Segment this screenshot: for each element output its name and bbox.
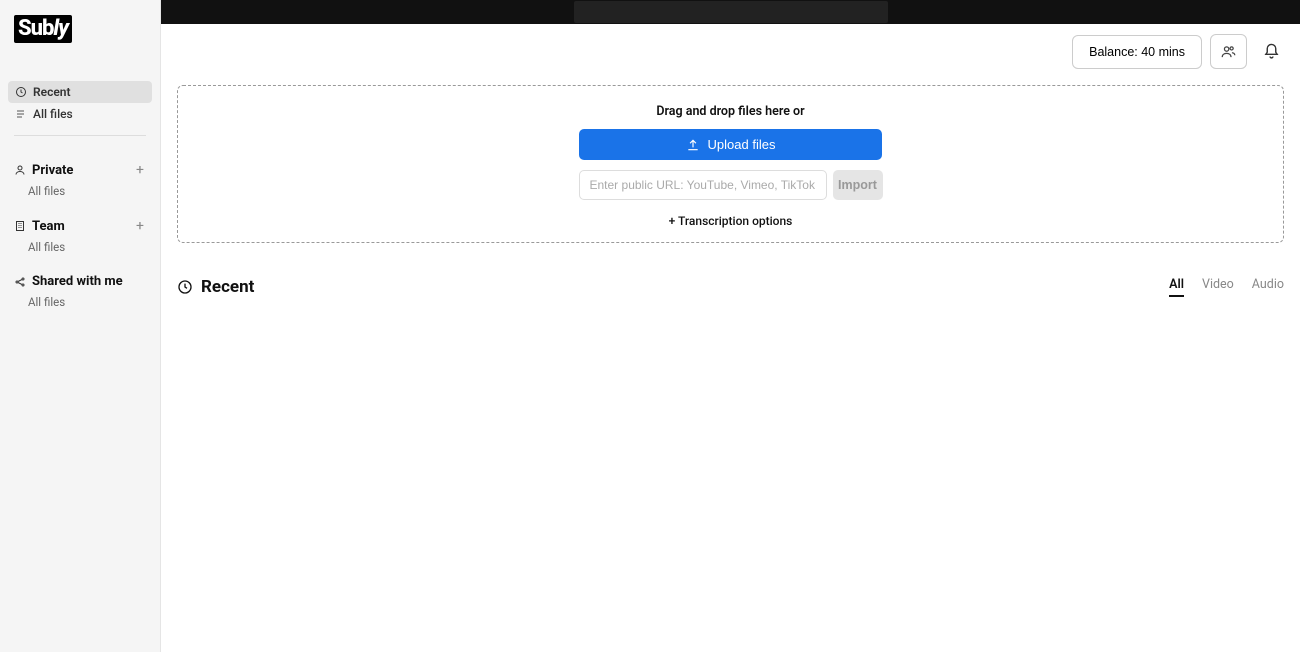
divider xyxy=(14,135,146,136)
tab-video[interactable]: Video xyxy=(1202,277,1234,297)
recent-heading: Recent xyxy=(177,277,254,297)
clock-icon xyxy=(177,279,193,295)
import-button[interactable]: Import xyxy=(833,170,883,200)
nav-recent-label: Recent xyxy=(33,85,71,99)
section-shared-title[interactable]: Shared with me xyxy=(32,274,123,289)
notifications-button[interactable] xyxy=(1259,37,1284,66)
share-icon xyxy=(14,276,26,288)
logo-text-left: Sub xyxy=(18,16,53,41)
section-private: Private + All files xyxy=(0,160,160,202)
dropzone-hint: Drag and drop files here or xyxy=(656,104,804,119)
transcription-options[interactable]: + Transcription options xyxy=(669,214,793,228)
section-private-allfiles[interactable]: All files xyxy=(8,180,152,202)
building-icon xyxy=(14,220,26,232)
clock-icon xyxy=(15,86,27,98)
nav-all-files[interactable]: All files xyxy=(8,103,152,125)
users-icon xyxy=(1221,44,1236,59)
tab-all[interactable]: All xyxy=(1169,277,1184,297)
section-shared-allfiles[interactable]: All files xyxy=(8,291,152,313)
logo-text-right: ly xyxy=(53,16,68,41)
header-row: Balance: 40 mins xyxy=(161,24,1300,69)
main: Balance: 40 mins Drag and drop files her… xyxy=(161,0,1300,652)
balance-button[interactable]: Balance: 40 mins xyxy=(1072,35,1202,69)
tab-audio[interactable]: Audio xyxy=(1252,277,1284,297)
nav-recent[interactable]: Recent xyxy=(8,81,152,103)
sidebar: Subly Recent All files xyxy=(0,0,161,652)
section-shared: Shared with me All files xyxy=(0,272,160,313)
url-input[interactable] xyxy=(579,170,827,200)
add-private-button[interactable]: + xyxy=(134,162,146,178)
recent-tabs: All Video Audio xyxy=(1169,277,1284,297)
add-team-button[interactable]: + xyxy=(134,218,146,234)
section-team: Team + All files xyxy=(0,216,160,258)
upload-icon xyxy=(686,138,700,152)
section-private-title[interactable]: Private xyxy=(32,163,73,178)
list-icon xyxy=(15,108,27,120)
user-icon xyxy=(14,164,26,176)
upload-files-label: Upload files xyxy=(708,137,776,152)
dropzone[interactable]: Drag and drop files here or Upload files… xyxy=(177,85,1284,243)
recent-title-text: Recent xyxy=(201,277,254,297)
upload-files-button[interactable]: Upload files xyxy=(579,129,882,160)
section-team-title[interactable]: Team xyxy=(32,219,65,234)
nav-all-files-label: All files xyxy=(33,107,73,121)
topbar-address[interactable] xyxy=(574,1,888,23)
bell-icon xyxy=(1263,43,1280,60)
logo[interactable]: Subly xyxy=(0,0,160,53)
invite-button[interactable] xyxy=(1210,34,1247,69)
topbar xyxy=(161,0,1300,24)
section-team-allfiles[interactable]: All files xyxy=(8,236,152,258)
